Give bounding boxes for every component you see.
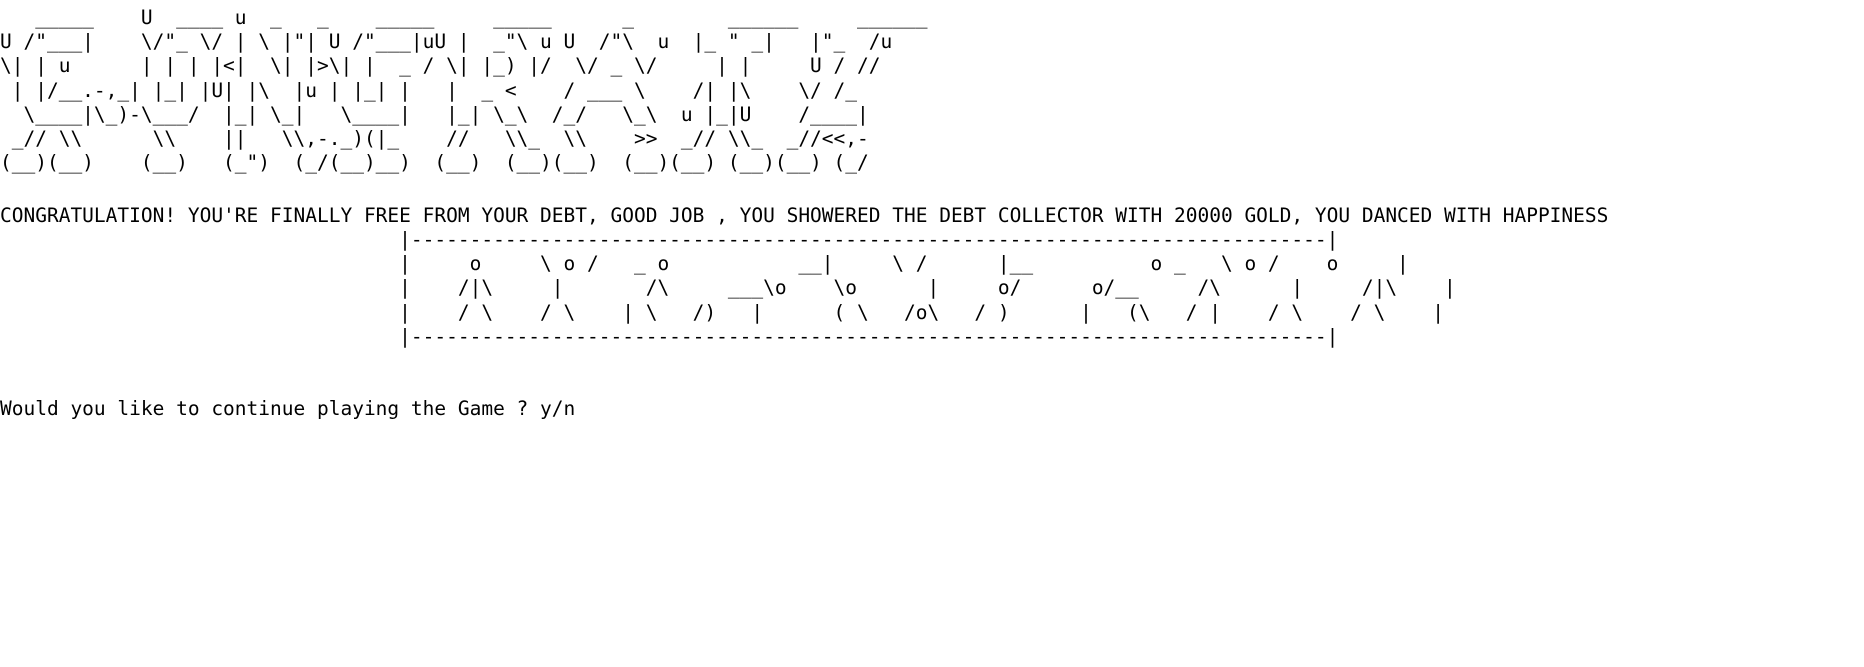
dancing-figures-ascii-art: |---------------------------------------… (399, 228, 1456, 348)
terminal-output: _____ U ____ u _ _ _____ _____ _ ______ … (0, 0, 1864, 667)
congratulation-message: CONGRATULATION! YOU'RE FINALLY FREE FROM… (0, 204, 1609, 227)
continue-prompt[interactable]: Would you like to continue playing the G… (0, 397, 575, 421)
congratz-ascii-banner: _____ U ____ u _ _ _____ _____ _ ______ … (0, 6, 928, 175)
